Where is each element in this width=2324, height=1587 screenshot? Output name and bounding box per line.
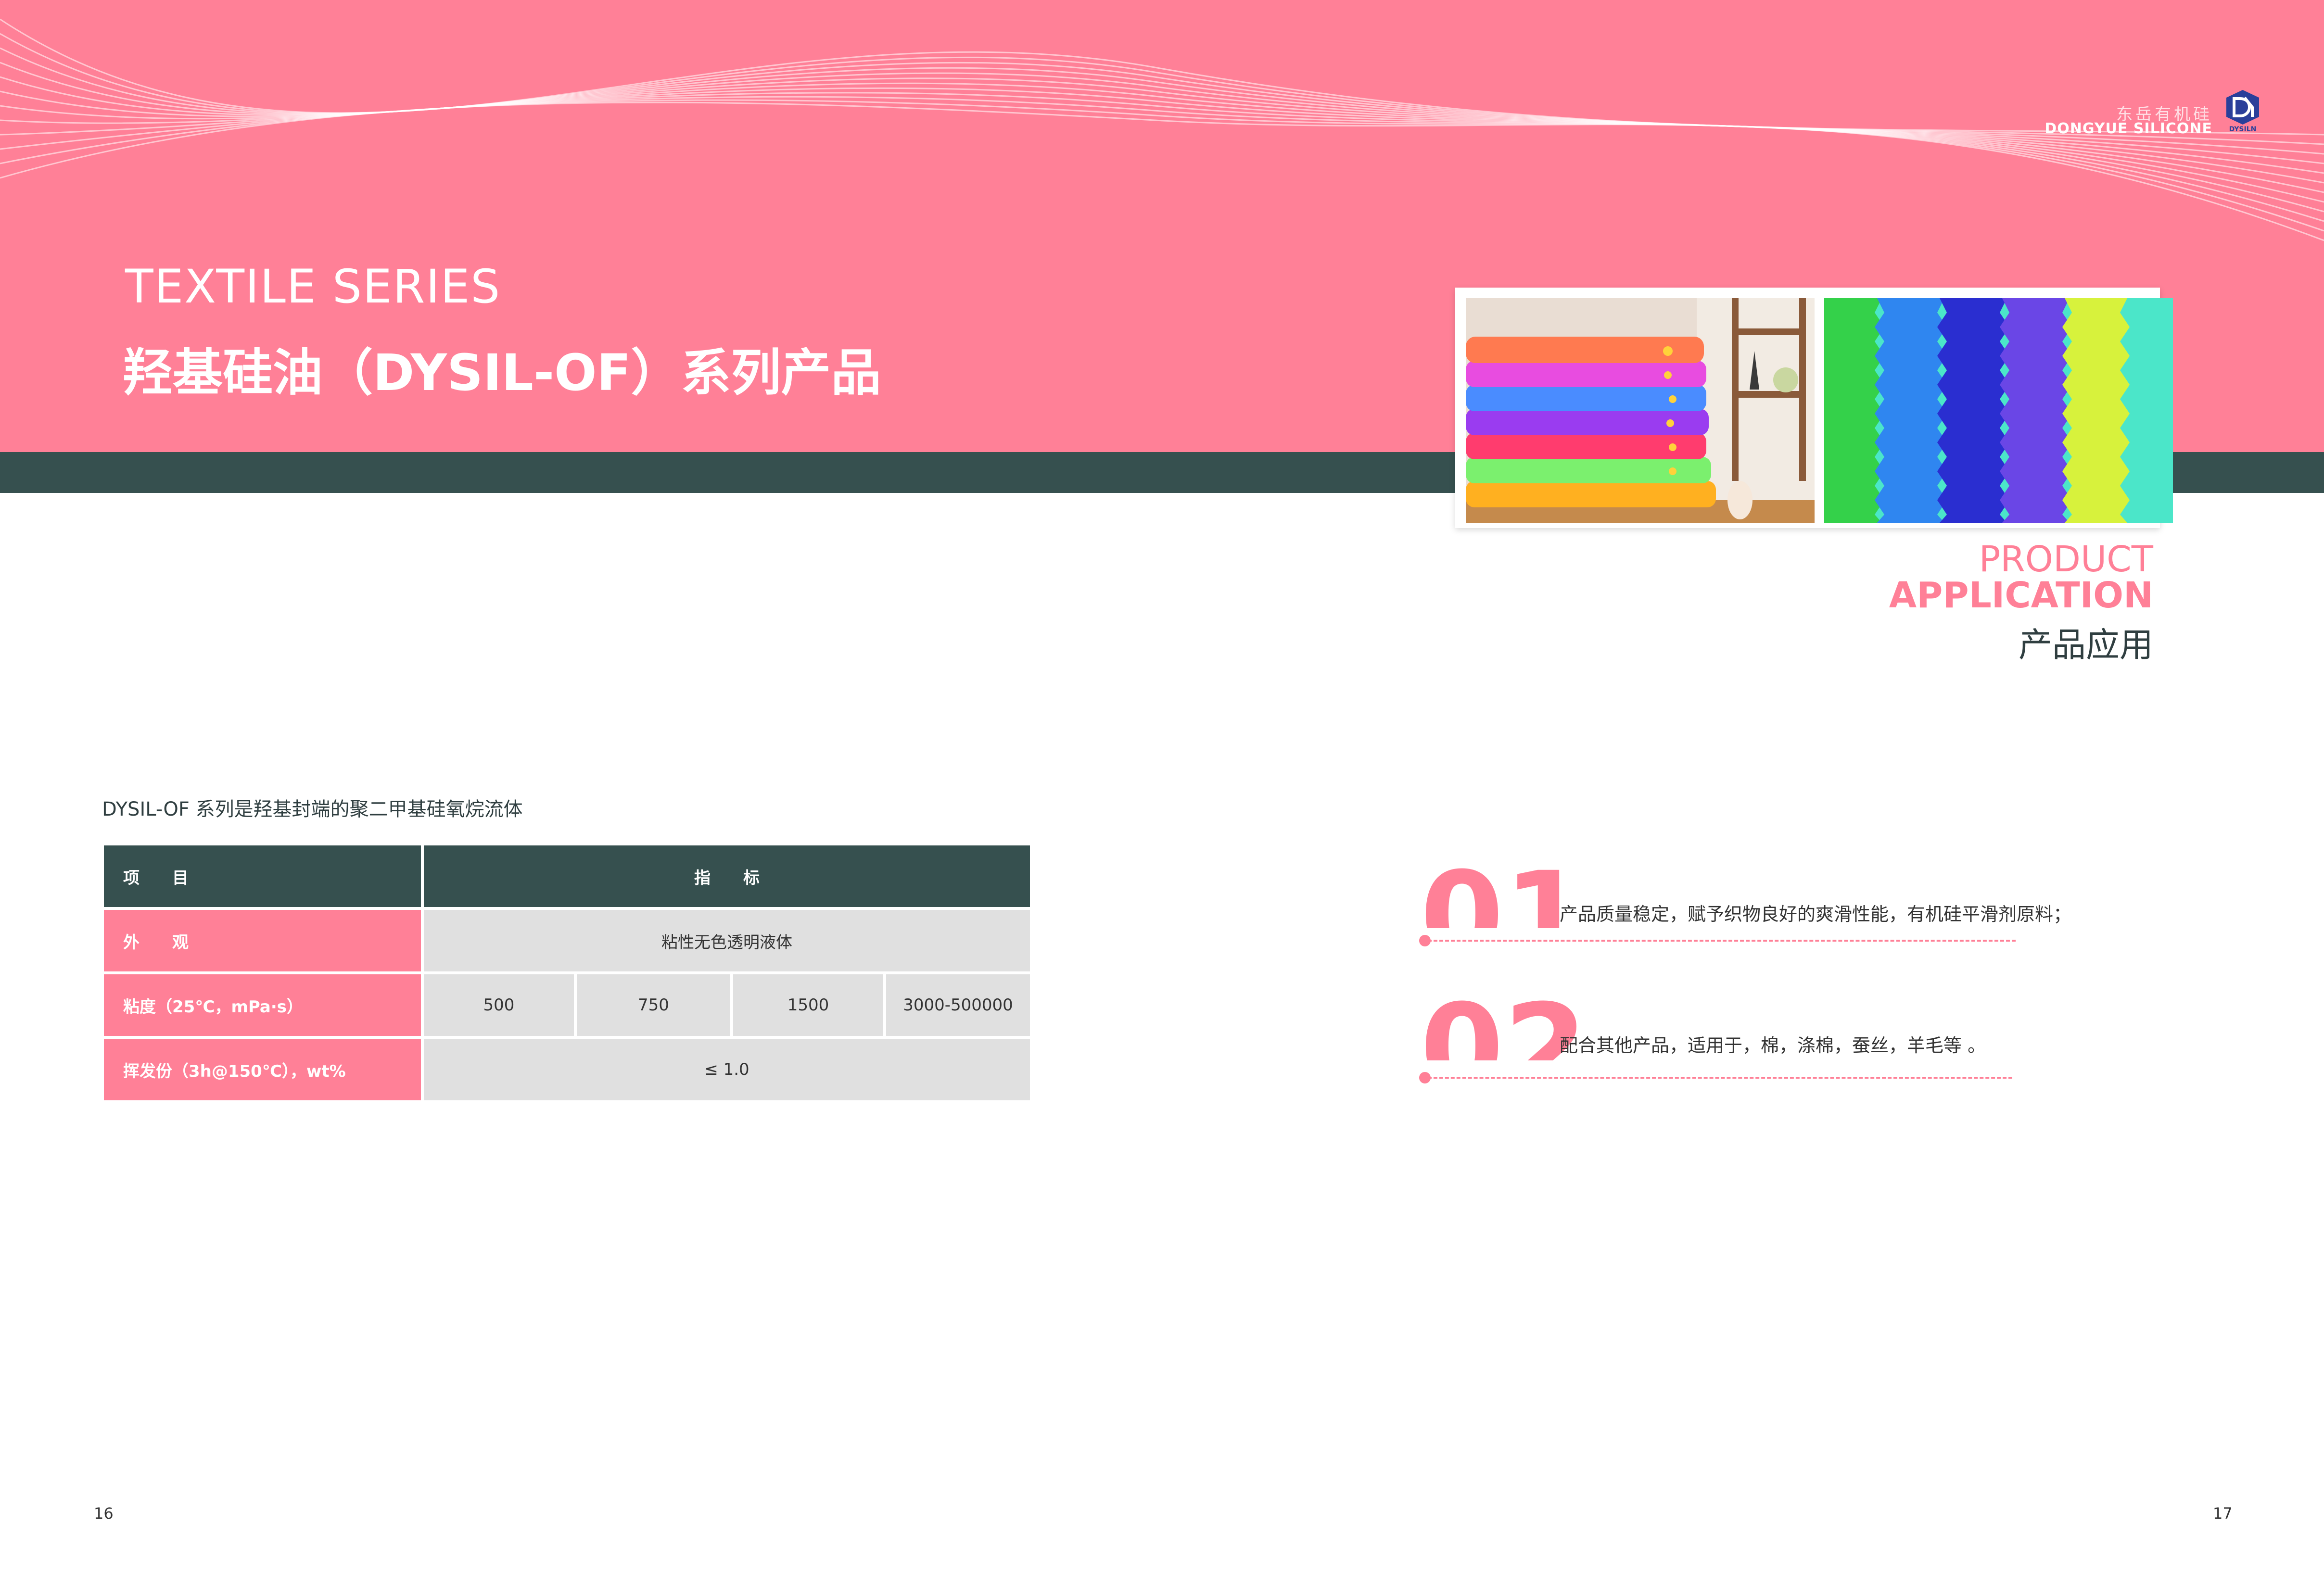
table-row: 挥发份（3h@150℃），wt% ≤ 1.0 xyxy=(101,1036,1033,1103)
volatile-value: ≤ 1.0 xyxy=(421,1036,1033,1103)
viscosity-value: 500 xyxy=(421,971,577,1039)
viscosity-value: 750 xyxy=(574,971,733,1039)
product-photo-frame xyxy=(1455,288,2173,528)
row-label-viscosity: 粘度（25℃，mPa·s） xyxy=(101,971,424,1039)
feature-text: 产品质量稳定，赋予织物良好的爽滑性能，有机硅平滑剂原料； xyxy=(1560,904,2072,925)
dashed-divider xyxy=(1428,940,2016,942)
viscosity-value: 1500 xyxy=(730,971,886,1039)
header-spec: 指 标 xyxy=(421,843,1033,910)
spec-table: 项 目 指 标 外 观 粘性无色透明液体 粘度（25℃，mPa·s） 500 7… xyxy=(101,843,1033,1103)
page-number-right: 17 xyxy=(2213,1504,2233,1523)
application-title-en-2: APPLICATION xyxy=(1889,575,2153,616)
series-title-cn: 羟基硅油（DYSIL-OF）系列产品 xyxy=(123,343,881,402)
logo-text-en: DONGYUE SILICONE xyxy=(2045,120,2212,137)
fabric-swatches-photo xyxy=(1824,298,2173,523)
table-row: 粘度（25℃，mPa·s） 500 750 1500 3000-500000 xyxy=(101,971,1033,1039)
application-title-en-1: PRODUCT xyxy=(1979,539,2153,580)
row-label-volatile: 挥发份（3h@150℃），wt% xyxy=(101,1036,424,1103)
towels-photo xyxy=(1466,298,1815,523)
logo-mark-text: DYSILN xyxy=(2229,126,2257,132)
feature-text: 配合其他产品，适用于，棉，涤棉，蚕丝，羊毛等 。 xyxy=(1560,1035,1986,1056)
table-row: 外 观 粘性无色透明液体 xyxy=(101,907,1033,974)
series-title-en: TEXTILE SERIES xyxy=(125,260,501,314)
viscosity-value: 3000-500000 xyxy=(883,971,1033,1039)
dongyue-logo-icon: DYSILN xyxy=(2226,90,2259,132)
row-label-appearance: 外 观 xyxy=(101,907,424,974)
series-intro-text: DYSIL-OF 系列是羟基封端的聚二甲基硅氧烷流体 xyxy=(102,798,523,820)
page-number-left: 16 xyxy=(94,1504,114,1523)
application-title-cn: 产品应用 xyxy=(2019,625,2153,665)
appearance-value: 粘性无色透明液体 xyxy=(421,907,1033,974)
table-header-row: 项 目 指 标 xyxy=(101,843,1033,910)
dashed-divider xyxy=(1428,1077,2012,1079)
header-item: 项 目 xyxy=(101,843,424,910)
